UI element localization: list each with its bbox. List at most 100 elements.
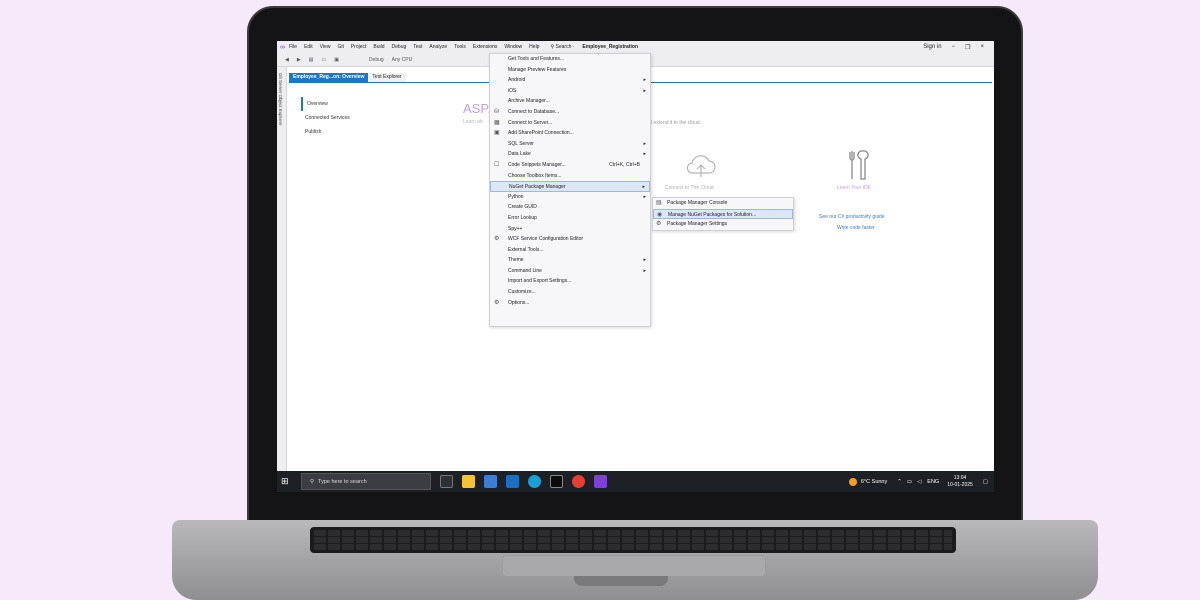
network-icon[interactable]: ▭ [907,479,912,485]
menu-debug[interactable]: Debug [392,44,407,50]
nav-connected-services[interactable]: Connected Services [301,111,401,125]
tab-overview[interactable]: Employee_Reg...on: Overview [289,73,369,82]
menu-item-icon: ⛁ [494,108,500,115]
menu-view[interactable]: View [320,44,331,50]
laptop-screen: ∞ File Edit View Git Project Build Debug… [277,41,994,492]
language-indicator[interactable]: ENG [927,479,939,485]
clock-time: 13:04 [953,474,967,481]
visual-studio-icon[interactable] [594,475,607,488]
weather-text[interactable]: 6°C Sunny [861,479,887,485]
key-row [314,544,952,550]
menu-item-label: Create GUID [508,204,537,211]
tools-menu-item[interactable]: Manage Preview Features [490,65,650,76]
key-row [314,530,952,536]
extend-text: l extend it to the cloud. [651,120,702,126]
new-project-icon[interactable]: ▤ [309,57,314,63]
menu-help[interactable]: Help [529,44,539,50]
nav-publish[interactable]: Publish [301,125,401,139]
taskbar-search[interactable]: ⚲ Type here to search [301,473,431,490]
terminal-icon[interactable] [550,475,563,488]
menu-project[interactable]: Project [351,44,367,50]
tools-menu-item[interactable]: External Tools... [490,245,650,256]
menu-item-shortcut: Ctrl+K, Ctrl+B [609,161,640,168]
clock[interactable]: 13:04 10-01-2025 [947,475,973,489]
menu-item-label: Add SharePoint Connection... [508,130,574,137]
maximize-icon[interactable]: ❐ [965,44,970,51]
tools-menu-item[interactable]: ☐ Code Snippets Manager... Ctrl+K, Ctrl+B [490,160,650,171]
file-explorer-icon[interactable] [462,475,475,488]
tools-menu-item[interactable]: ⛁ Connect to Database... [490,107,650,118]
tools-menu-item[interactable]: Create GUID [490,202,650,213]
menu-item-label: WCF Service Configuration Editor [508,236,584,243]
tools-menu-item[interactable]: SQL Server ▸ [490,139,650,150]
tab-test-explorer[interactable]: Test Explorer [368,73,406,82]
tools-menu-item[interactable]: Choose Toolbox Items... [490,171,650,182]
taskbar: ⊞ ⚲ Type here to search 6°C Sunny ⌃ ▭ ◁ … [277,471,994,492]
tools-menu-item[interactable]: ⚙ Options... [490,298,650,309]
notification-icon[interactable]: ▢ [983,479,988,485]
minimize-icon[interactable]: − [952,44,956,50]
write-code-faster-link[interactable]: Write code faster [837,225,875,231]
tools-menu-item[interactable]: ⚙ WCF Service Configuration Editor [490,234,650,245]
open-folder-icon[interactable]: ▭ [321,57,326,63]
task-view-icon[interactable] [440,475,453,488]
sign-in-link[interactable]: Sign in [923,44,941,50]
menu-item-label: Theme [508,257,524,264]
store-icon[interactable] [484,475,497,488]
tools-menu-item[interactable]: Theme ▸ [490,255,650,266]
menu-item-icon: ⚙ [494,236,500,243]
search-box[interactable]: ⚲ Search · [550,44,574,50]
nuget-menu-item[interactable]: ⚙ Package Manager Settings [653,219,793,230]
config-dropdown[interactable]: Debug [369,57,384,63]
menu-item-label: Data Lake [508,151,531,158]
windows-start-icon[interactable]: ⊞ [281,476,295,487]
platform-dropdown[interactable]: Any CPU [392,57,413,63]
server-explorer-tab[interactable]: Git Server Object Explorer [278,73,283,126]
menu-extensions[interactable]: Extensions [473,44,497,50]
mail-icon[interactable] [506,475,519,488]
tools-menu-item[interactable]: ▣ Add SharePoint Connection... [490,128,650,139]
save-icon[interactable]: ▣ [334,57,339,63]
nav-overview[interactable]: Overview [301,97,401,111]
edge-icon[interactable] [528,475,541,488]
menu-file[interactable]: File [289,44,297,50]
tools-icon [849,150,869,180]
nuget-menu-item[interactable]: ▤ Package Manager Console [653,198,793,209]
menu-git[interactable]: Git [337,44,343,50]
menu-build[interactable]: Build [373,44,384,50]
tools-menu-item[interactable]: Spy++ [490,224,650,235]
menu-tools[interactable]: Tools [454,44,466,50]
volume-icon[interactable]: ◁ [917,479,921,485]
learn-ide-card[interactable]: Learn Your IDE [837,185,871,191]
tools-menu-item[interactable]: Command Line ▸ [490,266,650,277]
menu-window[interactable]: Window [504,44,522,50]
tools-menu-item[interactable]: Import and Export Settings... [490,276,650,287]
forward-icon[interactable]: ▶ [297,57,301,63]
connect-cloud-card[interactable]: Connect to The Cloud [665,185,714,191]
menu-item-icon: ⚙ [494,299,500,306]
tools-menu-item[interactable]: iOS ▸ [490,86,650,97]
nuget-menu-item[interactable]: ◉ Manage NuGet Packages for Solution... [653,208,793,220]
left-tool-tabs: Git Server Object Explorer [277,67,287,471]
menu-item-label: Customize... [508,289,536,296]
tools-menu-item[interactable]: Android ▸ [490,75,650,86]
close-icon[interactable]: × [980,44,984,50]
tools-menu-item[interactable]: Error Lookup [490,213,650,224]
menu-test[interactable]: Test [413,44,422,50]
tools-menu-item[interactable]: ▦ Connect to Server... [490,118,650,129]
tools-menu-item[interactable]: NuGet Package Manager ▸ [490,181,650,192]
menu-analyze[interactable]: Analyze [429,44,447,50]
menu-item-icon: ⚙ [656,221,662,228]
chrome-icon[interactable] [572,475,585,488]
tools-menu-item[interactable]: Get Tools and Features... [490,54,650,65]
submenu-arrow-icon: ▸ [643,87,646,94]
chevron-up-icon[interactable]: ⌃ [897,479,902,485]
tools-menu-item[interactable]: Data Lake ▸ [490,149,650,160]
tools-menu-item[interactable]: Python ▸ [490,192,650,203]
menu-item-label: iOS [508,87,517,94]
menu-edit[interactable]: Edit [304,44,313,50]
productivity-guide-link[interactable]: See our C# productivity guide [819,214,885,220]
tools-menu-item[interactable]: Archive Manager... [490,96,650,107]
back-icon[interactable]: ◀ [285,57,289,63]
tools-menu-item[interactable]: Customize... [490,287,650,298]
